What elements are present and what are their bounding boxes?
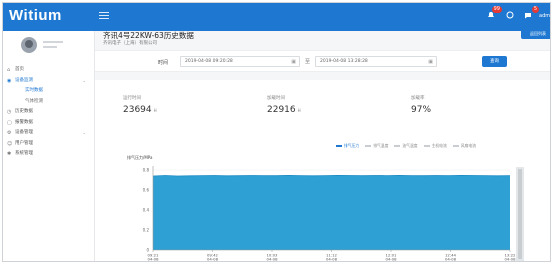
sidebar-item[interactable]: ✱ 系统管理 <box>3 149 94 160</box>
notification-icon[interactable]: 99 <box>485 6 502 22</box>
y-tick-label: 0.4 <box>143 208 150 213</box>
range-separator: 至 <box>305 59 311 65</box>
sidebar-item[interactable]: ⌂ 首页 <box>3 65 94 76</box>
notification-badge: 99 <box>491 6 502 13</box>
sidebar-item-label: 报警数据 <box>15 119 33 125</box>
user-name[interactable]: admin <box>539 13 550 19</box>
top-bar: Witium 99 5 admin <box>3 3 550 31</box>
sidebar-item[interactable]: ◷ 历史数据 <box>3 107 94 118</box>
sidebar-item-label: 设备监测 <box>15 77 33 83</box>
app-logo: Witium <box>9 7 62 24</box>
avatar[interactable] <box>21 37 37 53</box>
home-icon: ⌂ <box>7 67 11 73</box>
app-window: Witium 99 5 admin 返回列表 ⌂ 首页◉设备监测 ⌄ 实时数据气体检测… <box>2 2 551 262</box>
sidebar-item-label: 历史数据 <box>15 109 33 114</box>
chevron-down-icon: ⌄ <box>82 77 86 83</box>
x-tick-label: 09:21 04-08 <box>147 253 159 262</box>
sidebar-item-label: 首页 <box>15 67 24 72</box>
bell-icon[interactable] <box>504 10 516 22</box>
user-icon: ☺ <box>7 140 13 147</box>
chevron-down-icon: ⌄ <box>82 130 86 135</box>
start-time-input[interactable]: 2019-04-08 09:20:28 ▣ <box>180 56 300 67</box>
sidebar-item-label: 气体检测 <box>25 98 43 104</box>
end-time-input[interactable]: 2019-04-08 13:28:28 ▣ <box>315 56 437 67</box>
chart-zoom-scrollbar[interactable] <box>516 167 524 261</box>
monitor-icon: ◉ <box>7 77 12 84</box>
query-button[interactable]: 查询 <box>482 56 507 67</box>
calendar-icon[interactable]: ▣ <box>291 57 296 67</box>
x-tick-label: 11:12 04-08 <box>326 253 338 262</box>
sidebar-item[interactable]: ☺ 用户管理 <box>3 139 94 150</box>
end-time-value: 2019-04-08 13:28:28 <box>320 59 368 64</box>
y-tick-label: 0.6 <box>143 188 150 193</box>
page-subtitle: 齐讯电子（上海）有限公司 <box>103 41 157 46</box>
area-fill <box>153 175 510 250</box>
device-icon: ⚙ <box>7 130 12 136</box>
x-tick-label: 12:01 04-08 <box>385 253 397 262</box>
sidebar-item[interactable]: 实时数据 <box>3 86 94 97</box>
y-tick-label: 0.2 <box>143 228 150 233</box>
time-label: 时间 <box>158 60 169 66</box>
sidebar-item[interactable]: ◉ 设备监测 ⌄ <box>3 76 94 87</box>
sidebar-item[interactable]: ⚙ 设备管理 ⌄ <box>3 128 94 139</box>
history-icon: ◷ <box>7 109 12 115</box>
start-time-value: 2019-04-08 09:20:28 <box>185 59 233 64</box>
user-info <box>43 41 63 51</box>
menu-toggle-icon[interactable] <box>99 12 109 20</box>
x-tick-label: 10:03 04-08 <box>266 253 278 262</box>
sidebar-nav: ⌂ 首页 ◉ 设备监测 ⌄ 实时数据 气体检测 ◷ 历史数据 ▢ 报警数据 ⚙ 设备管理 ⌄ ☺ 用户管理 ✱ 系… <box>3 65 94 160</box>
sidebar-item-label: 系统管理 <box>15 151 33 156</box>
history-panel: 运行时间 23694 H 加载时间 22916 H 加载率 97% 排气压力 排气温度… <box>95 80 550 262</box>
sidebar-item[interactable]: 气体检测 <box>3 97 94 108</box>
calendar-icon[interactable]: ▣ <box>428 57 433 67</box>
back-to-list-button[interactable]: 返回列表 <box>521 29 550 39</box>
main-content: 齐讯4号22KW-63历史数据 齐讯电子（上海）有限公司 时间 2019-04-… <box>95 31 550 262</box>
message-icon[interactable]: 5 <box>522 6 539 22</box>
alarm-icon: ▢ <box>7 119 12 126</box>
filter-bar: 时间 2019-04-08 09:20:28 ▣ 至 2019-04-08 13… <box>95 50 550 72</box>
sidebar: ⌂ 首页 ◉ 设备监测 ⌄ 实时数据 气体检测 ◷ 历史数据 ▢ 报警数据 ⚙ 设备管理 ⌄ ☺ 用户管理 ✱ 系… <box>3 31 95 261</box>
settings-icon: ✱ <box>7 151 12 157</box>
x-tick-label: 09:42 04-08 <box>207 253 219 262</box>
x-tick-label: 13:22 04-08 <box>504 253 516 262</box>
sidebar-item-label: 实时数据 <box>25 88 43 93</box>
sidebar-item-label: 设备管理 <box>15 130 33 135</box>
x-tick-label: 12:44 04-08 <box>445 253 457 262</box>
pressure-area-chart: 00.20.40.60.809:21 04-0809:42 04-0810:03 04… <box>143 166 516 262</box>
message-badge: 5 <box>531 6 539 13</box>
sidebar-item[interactable]: ▢ 报警数据 <box>3 118 94 129</box>
sidebar-item-label: 用户管理 <box>15 140 33 146</box>
y-tick-label: 0.8 <box>143 168 150 173</box>
